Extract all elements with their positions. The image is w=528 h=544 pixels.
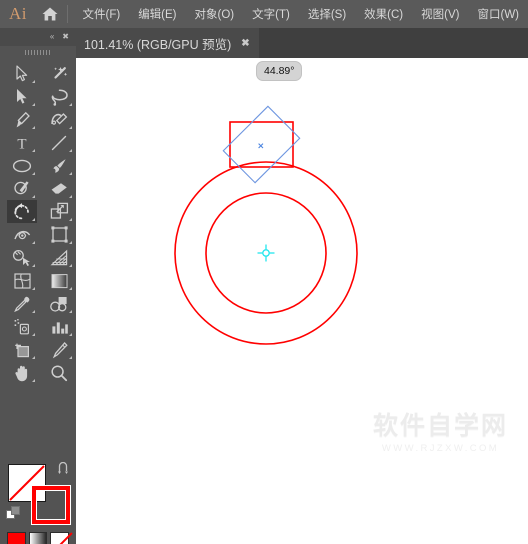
menu-divider	[66, 5, 68, 23]
illustrator-window: Ai 文件(F) 编辑(E) 对象(O) 文字(T) 选择(S) 效果(C) 视…	[0, 0, 528, 544]
width-tool[interactable]	[7, 223, 37, 246]
menu-bar: Ai 文件(F) 编辑(E) 对象(O) 文字(T) 选择(S) 效果(C) 视…	[0, 0, 528, 28]
outer-circle-shape	[174, 161, 358, 345]
tools-panel: T	[0, 58, 76, 544]
direct-selection-tool[interactable]	[7, 85, 37, 108]
color-mode-button[interactable]	[7, 532, 26, 544]
shaper-tool[interactable]	[7, 177, 37, 200]
app-logo: Ai	[8, 4, 27, 23]
reference-point-x-icon	[258, 143, 264, 149]
ellipse-tool[interactable]	[7, 154, 37, 177]
gradient-mode-button[interactable]	[28, 532, 48, 544]
menu-item-list: 文件(F) 编辑(E) 对象(O) 文字(T) 选择(S) 效果(C) 视图(V…	[74, 2, 528, 26]
document-tab-bar: « ✖ 101.41% (RGB/GPU 预览) ✖	[0, 28, 528, 58]
toolbar-drag-handle[interactable]	[0, 46, 76, 58]
tool-row: T	[0, 131, 76, 154]
rotate-tool[interactable]	[7, 200, 37, 223]
type-tool[interactable]: T	[7, 131, 37, 154]
pen-tool[interactable]	[7, 108, 37, 131]
eyedropper-tool[interactable]	[7, 292, 37, 315]
tool-row	[0, 361, 76, 384]
paintbrush-tool[interactable]	[44, 154, 74, 177]
tool-row	[0, 62, 76, 85]
color-mode-buttons	[7, 532, 70, 544]
menu-object[interactable]: 对象(O)	[186, 2, 244, 26]
symbol-sprayer-tool[interactable]	[7, 315, 37, 338]
shape-builder-tool[interactable]	[7, 246, 37, 269]
line-segment-tool[interactable]	[44, 131, 74, 154]
swap-fill-stroke-icon[interactable]	[57, 461, 71, 481]
tool-row	[0, 269, 76, 292]
lasso-tool[interactable]	[44, 85, 74, 108]
mesh-tool[interactable]	[7, 269, 37, 292]
menu-effect[interactable]: 效果(C)	[355, 2, 412, 26]
magic-wand-tool[interactable]	[44, 62, 74, 85]
svg-text:T: T	[17, 136, 26, 152]
menu-view[interactable]: 视图(V)	[412, 2, 468, 26]
default-fill-stroke-icon[interactable]	[6, 506, 21, 526]
stroke-swatch[interactable]	[31, 485, 71, 525]
close-document-icon[interactable]: ✖	[241, 38, 258, 49]
tool-row	[0, 315, 76, 338]
tool-row	[0, 338, 76, 361]
document-tab-title: 101.41% (RGB/GPU 预览)	[84, 37, 232, 52]
collapse-panel-icon[interactable]: «	[50, 33, 54, 41]
tool-row	[0, 177, 76, 200]
tools-grid: T	[0, 62, 76, 384]
tool-row	[0, 246, 76, 269]
scale-tool[interactable]	[44, 200, 74, 223]
artwork-vector-layer	[174, 105, 358, 345]
inner-circle-shape	[205, 192, 327, 314]
curvature-tool[interactable]	[44, 108, 74, 131]
tool-row	[0, 108, 76, 131]
tool-row	[0, 223, 76, 246]
artboard-canvas[interactable]: 44.89° 软件自学网 WWW.RJZXW.COM	[76, 58, 528, 544]
slice-tool[interactable]	[44, 338, 74, 361]
rotation-origin-icon	[257, 244, 275, 262]
color-controls	[0, 458, 76, 544]
toolbar-panel-controls: « ✖	[0, 28, 76, 46]
gradient-tool[interactable]	[44, 269, 74, 292]
none-mode-button[interactable]	[50, 532, 70, 544]
eraser-tool[interactable]	[44, 177, 74, 200]
zoom-tool[interactable]	[44, 361, 74, 384]
menu-window[interactable]: 窗口(W)	[468, 2, 528, 26]
hand-tool[interactable]	[7, 361, 37, 384]
document-tab[interactable]: 101.41% (RGB/GPU 预览) ✖	[76, 28, 259, 58]
tool-row	[0, 292, 76, 315]
close-panel-icon[interactable]: ✖	[62, 33, 69, 41]
menu-edit[interactable]: 编辑(E)	[129, 2, 185, 26]
selection-tool[interactable]	[7, 62, 37, 85]
column-graph-tool[interactable]	[44, 315, 74, 338]
home-icon[interactable]	[36, 6, 65, 22]
tool-row	[0, 200, 76, 223]
tool-row	[0, 154, 76, 177]
menu-file[interactable]: 文件(F)	[74, 2, 130, 26]
rotation-angle-tooltip: 44.89°	[256, 61, 303, 81]
perspective-grid-tool[interactable]	[44, 246, 74, 269]
menu-type[interactable]: 文字(T)	[243, 2, 299, 26]
free-transform-tool[interactable]	[44, 223, 74, 246]
menu-select[interactable]: 选择(S)	[299, 2, 355, 26]
tool-row	[0, 85, 76, 108]
blend-tool[interactable]	[44, 292, 74, 315]
artboard-tool[interactable]	[7, 338, 37, 361]
